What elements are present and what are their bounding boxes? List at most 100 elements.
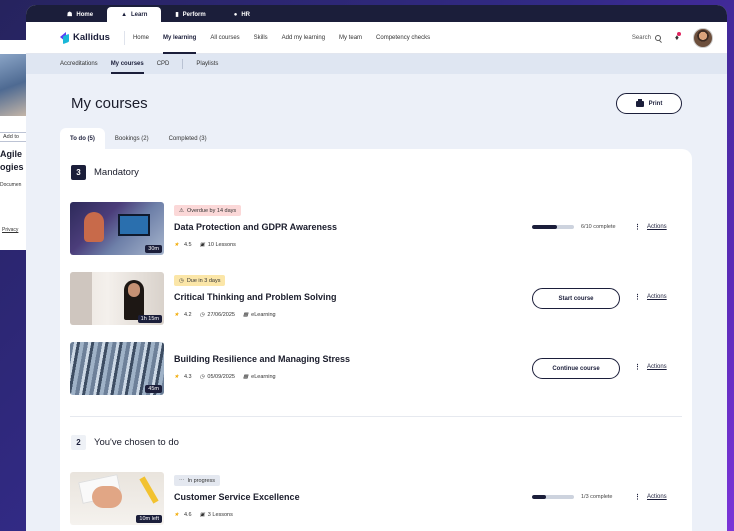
clock-icon: ◷	[179, 277, 184, 284]
start-course-button[interactable]: Start course	[532, 288, 620, 309]
tab-bookings[interactable]: Bookings (2)	[105, 128, 159, 150]
page-title: My courses	[71, 95, 148, 112]
clock-icon: ◷	[199, 312, 205, 318]
bar-chart-icon: ▮	[175, 12, 179, 18]
course-meta: ★ 4.5 ▣ 10 Lessons	[174, 242, 236, 248]
nav-right-group: Search ♦	[632, 27, 713, 48]
kebab-icon: ⋮	[634, 294, 641, 301]
course-type: eLearning	[251, 374, 276, 380]
print-button[interactable]: Print	[616, 93, 682, 114]
kallidus-logo[interactable]: Kallidus	[60, 32, 110, 45]
nav-item-add-my-learning[interactable]: Add my learning	[282, 22, 325, 54]
course-duration: 45m	[145, 385, 162, 393]
actions-menu[interactable]: ⋮ Actions	[634, 363, 667, 371]
course-rating: 4.5	[183, 242, 192, 248]
tab-completed[interactable]: Completed (3)	[159, 128, 217, 150]
home-icon: ☗	[67, 12, 73, 18]
badge-label: In progress	[187, 477, 216, 484]
section-title: Mandatory	[94, 167, 139, 178]
notifications-button[interactable]: ♦	[675, 32, 681, 42]
course-rating: 4.3	[183, 374, 192, 380]
course-thumbnail[interactable]: 30m	[70, 202, 164, 255]
badge-label: Due in 3 days	[186, 277, 221, 284]
course-thumbnail[interactable]: 1h 15m	[70, 272, 164, 325]
progress-text: 1/3 complete	[581, 494, 613, 500]
graduation-cap-icon: ▲	[121, 11, 128, 18]
course-thumbnail[interactable]: 45m	[70, 342, 164, 395]
section-title: You've chosen to do	[94, 437, 179, 448]
section-header-mandatory: 3 Mandatory	[71, 165, 139, 180]
kebab-icon: ⋮	[634, 364, 641, 371]
courses-panel: 3 Mandatory 30m ⚠ Overdue by 14 days Dat…	[60, 149, 692, 531]
top-tab-label: Home	[76, 11, 94, 18]
star-icon: ★	[174, 312, 179, 318]
star-icon: ★	[174, 512, 179, 518]
course-title[interactable]: Critical Thinking and Problem Solving	[174, 292, 337, 302]
nav-item-competency-checks[interactable]: Competency checks	[376, 22, 430, 54]
notification-dot	[677, 32, 681, 36]
search-button[interactable]: Search	[632, 34, 661, 41]
actions-menu[interactable]: ⋮ Actions	[634, 493, 667, 501]
in-progress-badge: ⋯ In progress	[174, 475, 221, 486]
background-card-type: Documen	[0, 182, 22, 188]
subnav-my-courses[interactable]: My courses	[110, 54, 144, 74]
sub-navigation: Accreditations My courses CPD Playlists	[26, 54, 727, 74]
actions-label: Actions	[647, 494, 667, 500]
privacy-link[interactable]: Privacy	[2, 227, 18, 233]
course-meta: ★ 4.6 ▣ 3 Lessons	[174, 512, 233, 518]
app-window: ☗ Home ▲ Learn ▮ Perform ● HR Kallidus H…	[26, 5, 727, 531]
progress-text: 6/10 complete	[581, 224, 616, 230]
course-title[interactable]: Building Resilience and Managing Stress	[174, 354, 350, 364]
course-tabs: To do (5) Bookings (2) Completed (3)	[60, 128, 217, 150]
top-tab-label: Perform	[182, 11, 206, 18]
main-navigation: Kallidus Home My learning All courses Sk…	[26, 22, 727, 54]
nav-item-my-learning[interactable]: My learning	[162, 22, 197, 54]
user-avatar[interactable]	[693, 27, 713, 48]
ellipsis-icon: ⋯	[179, 477, 185, 484]
course-lessons: 3 Lessons	[207, 512, 233, 518]
course-row-customer-service[interactable]: 10m left ⋯ In progress Customer Service …	[70, 472, 682, 526]
actions-menu[interactable]: ⋮ Actions	[634, 293, 667, 301]
course-row-building-resilience[interactable]: 45m Building Resilience and Managing Str…	[70, 342, 682, 396]
course-lessons: 10 Lessons	[207, 242, 236, 248]
nav-item-my-team[interactable]: My team	[339, 22, 362, 54]
course-row-data-protection[interactable]: 30m ⚠ Overdue by 14 days Data Protection…	[70, 202, 682, 256]
nav-item-home[interactable]: Home	[133, 22, 149, 54]
nav-item-all-courses[interactable]: All courses	[210, 22, 239, 54]
warning-icon: ⚠	[179, 207, 184, 214]
tab-to-do[interactable]: To do (5)	[60, 128, 105, 150]
course-title[interactable]: Data Protection and GDPR Awareness	[174, 222, 337, 232]
course-duration: 10m left	[136, 515, 162, 523]
course-date: 05/09/2025	[207, 374, 235, 380]
course-title[interactable]: Customer Service Excellence	[174, 492, 300, 502]
top-tab-home[interactable]: ☗ Home	[53, 7, 107, 22]
course-duration: 30m	[145, 245, 162, 253]
course-progress: 6/10 complete	[532, 224, 616, 230]
subnav-cpd[interactable]: CPD	[157, 54, 170, 74]
top-tab-label: HR	[241, 11, 250, 18]
actions-menu[interactable]: ⋮ Actions	[634, 223, 667, 231]
course-thumbnail[interactable]: 10m left	[70, 472, 164, 525]
kallidus-logo-icon	[60, 32, 69, 45]
add-to-button[interactable]: Add to	[0, 132, 27, 142]
stack-icon: ▣	[199, 512, 205, 518]
progress-bar	[532, 225, 574, 229]
actions-label: Actions	[647, 364, 667, 370]
star-icon: ★	[174, 374, 179, 380]
top-tab-hr[interactable]: ● HR	[220, 7, 264, 22]
course-row-critical-thinking[interactable]: 1h 15m ◷ Due in 3 days Critical Thinking…	[70, 272, 682, 326]
monitor-icon: ▩	[242, 312, 249, 318]
section-count: 2	[71, 435, 86, 450]
actions-label: Actions	[647, 294, 667, 300]
top-tab-perform[interactable]: ▮ Perform	[161, 7, 219, 22]
kebab-icon: ⋮	[634, 224, 641, 231]
chat-icon: ●	[233, 11, 238, 18]
nav-item-skills[interactable]: Skills	[254, 22, 268, 54]
progress-fill	[532, 225, 558, 229]
background-card-title: Agile	[0, 149, 23, 159]
continue-course-button[interactable]: Continue course	[532, 358, 620, 379]
printer-icon	[635, 98, 644, 107]
subnav-playlists[interactable]: Playlists	[196, 54, 218, 74]
top-tab-learn[interactable]: ▲ Learn	[107, 7, 162, 22]
subnav-accreditations[interactable]: Accreditations	[60, 54, 98, 74]
